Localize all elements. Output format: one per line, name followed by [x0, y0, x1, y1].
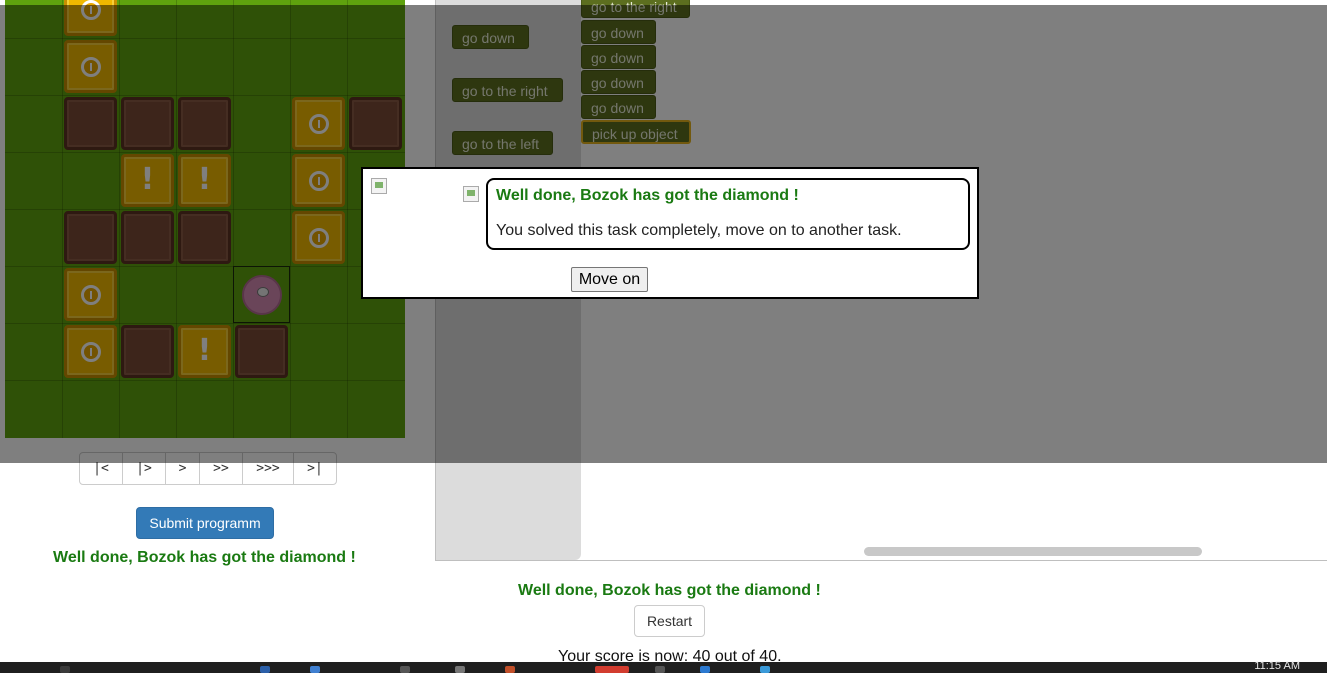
taskbar-app-icon[interactable]: [455, 666, 465, 673]
dialog-title: Well done, Bozok has got the diamond !: [496, 187, 799, 204]
taskbar-chrome-icon[interactable]: [595, 666, 629, 673]
workspace-horizontal-scrollbar[interactable]: [864, 547, 1202, 556]
taskbar-app-icon[interactable]: [260, 666, 270, 673]
left-status-message: Well done, Bozok has got the diamond !: [53, 549, 356, 566]
taskbar-app-icon[interactable]: [700, 666, 710, 673]
taskbar: 11:15 AM: [0, 660, 1327, 673]
move-on-button[interactable]: Move on: [571, 267, 648, 292]
bottom-status-message: Well done, Bozok has got the diamond !: [518, 582, 821, 599]
taskbar-app-icon[interactable]: [60, 666, 70, 673]
taskbar-app-icon[interactable]: [400, 666, 410, 673]
diamond-image-icon: [463, 186, 479, 202]
dialog-message: You solved this task completely, move on…: [496, 222, 902, 239]
taskbar-app-icon[interactable]: [505, 666, 515, 673]
bozok-image-icon: [371, 178, 387, 194]
taskbar-app-icon[interactable]: [655, 666, 665, 673]
success-dialog: Well done, Bozok has got the diamond ! Y…: [361, 167, 979, 299]
taskbar-clock: 11:15 AM: [1254, 660, 1300, 672]
dialog-message-box: Well done, Bozok has got the diamond ! Y…: [486, 178, 970, 250]
taskbar-app-icon[interactable]: [310, 666, 320, 673]
restart-button[interactable]: Restart: [634, 605, 705, 637]
submit-program-button[interactable]: Submit programm: [136, 507, 274, 539]
taskbar-app-icon[interactable]: [760, 666, 770, 673]
